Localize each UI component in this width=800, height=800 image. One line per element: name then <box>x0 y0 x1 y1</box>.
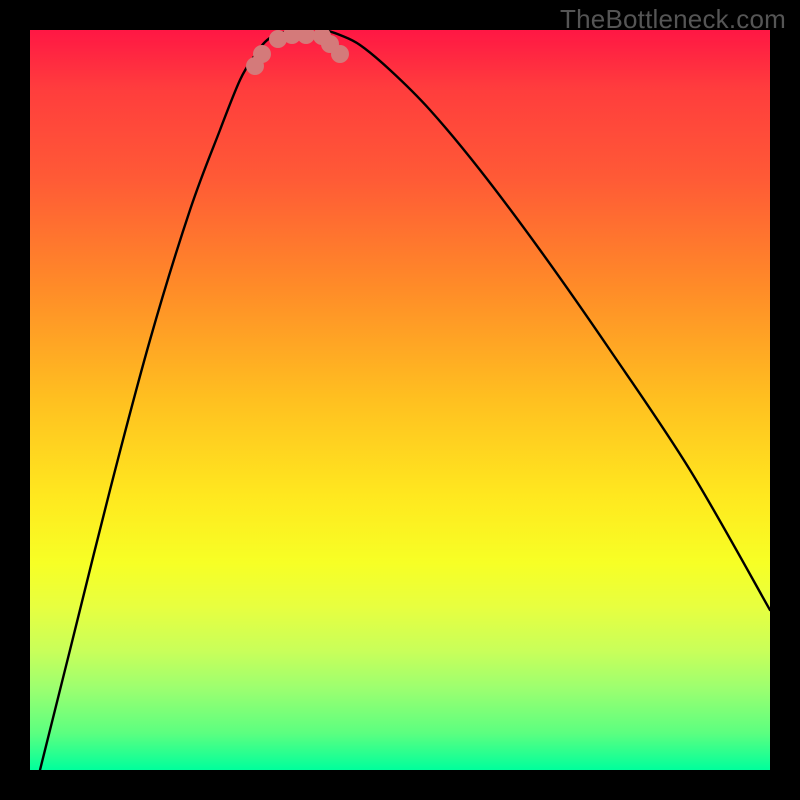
curve-layer <box>30 30 770 770</box>
chart-frame: TheBottleneck.com <box>0 0 800 800</box>
plot-area <box>30 30 770 770</box>
curve-marker <box>253 45 271 63</box>
bottleneck-curve-left-arm <box>40 30 295 770</box>
curve-marker <box>297 30 315 44</box>
bottleneck-curve-right-arm <box>325 30 770 610</box>
curve-marker <box>331 45 349 63</box>
watermark-text: TheBottleneck.com <box>560 4 786 35</box>
